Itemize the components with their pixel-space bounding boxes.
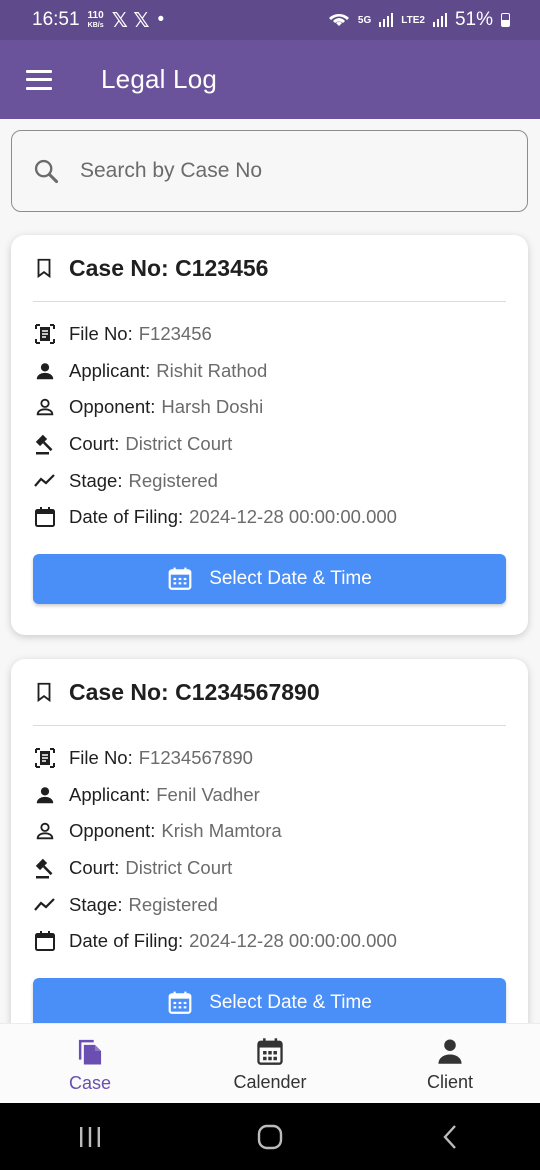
stage-label: Stage:	[69, 469, 123, 491]
applicant-label: Applicant:	[69, 783, 151, 805]
stage-row: Stage: Registered	[33, 886, 506, 923]
case-card-header: Case No: C1234567890	[33, 659, 506, 726]
stage-value: Registered	[128, 469, 218, 491]
stage-value: Registered	[128, 893, 218, 915]
case-number-title: Case No: C123456	[69, 254, 269, 281]
applicant-row: Applicant: Rishit Rathod	[33, 353, 506, 390]
person-filled-icon	[33, 783, 57, 807]
select-date-time-label: Select Date & Time	[209, 991, 372, 1013]
court-value: District Court	[125, 857, 233, 879]
calendar-icon	[33, 929, 57, 953]
trending-line-icon	[33, 469, 57, 493]
opponent-label: Opponent:	[69, 820, 156, 842]
file-no-row: File No: F123456	[33, 316, 506, 353]
file-document-icon	[33, 322, 57, 346]
status-time: 16:51	[32, 9, 80, 30]
court-label: Court:	[69, 433, 120, 455]
date-of-filing-row: Date of Filing: 2024-12-28 00:00:00.000	[33, 923, 506, 960]
search-box[interactable]	[11, 130, 528, 212]
recent-apps-icon[interactable]	[60, 1117, 120, 1157]
nav-label-case: Case	[68, 1072, 112, 1093]
date-of-filing-value: 2024-12-28 00:00:00.000	[189, 930, 397, 952]
file-no-label: File No:	[69, 747, 133, 769]
search-icon	[34, 159, 59, 184]
system-navigation-bar	[0, 1103, 540, 1170]
case-card-header: Case No: C123456	[33, 235, 506, 302]
person-outline-icon	[33, 819, 57, 843]
trending-line-icon	[33, 893, 57, 917]
select-date-time-button[interactable]: Select Date & Time	[33, 977, 506, 1028]
battery-percent: 51%	[454, 9, 493, 30]
file-no-value: F123456	[138, 323, 212, 345]
x-app-icons: 𝕏 𝕏	[111, 9, 150, 32]
signal-icon-2	[432, 13, 447, 27]
status-bar: 16:51 110 KB/s 𝕏 𝕏 • 5G LTE2 51%	[0, 0, 540, 40]
home-icon[interactable]	[240, 1117, 300, 1157]
file-no-value: F1234567890	[138, 747, 253, 769]
opponent-value: Krish Mamtora	[161, 820, 282, 842]
status-dot: •	[157, 9, 165, 30]
case-card[interactable]: Case No: C1234567890 File No: F123456789…	[11, 659, 528, 1079]
bottom-navigation: Case Calender Client	[0, 1023, 540, 1104]
gavel-icon	[33, 432, 57, 456]
person-icon	[438, 1038, 462, 1064]
calendar-icon	[257, 1037, 283, 1065]
nav-label-client: Client	[426, 1071, 474, 1092]
applicant-value: Fenil Vadher	[156, 783, 260, 805]
back-icon[interactable]	[420, 1117, 480, 1157]
file-no-label: File No:	[69, 323, 133, 345]
date-of-filing-label: Date of Filing:	[69, 506, 184, 528]
case-card[interactable]: Case No: C123456 File No: F123456 Applic…	[11, 235, 528, 635]
stage-row: Stage: Registered	[33, 462, 506, 499]
court-row: Court: District Court	[33, 850, 506, 887]
opponent-row: Opponent: Krish Mamtora	[33, 813, 506, 850]
file-document-icon	[33, 746, 57, 770]
gavel-icon	[33, 856, 57, 880]
nav-item-client[interactable]: Client	[360, 1024, 540, 1104]
battery-icon	[501, 13, 510, 27]
opponent-label: Opponent:	[69, 396, 156, 418]
applicant-row: Applicant: Fenil Vadher	[33, 777, 506, 814]
court-label: Court:	[69, 857, 120, 879]
court-value: District Court	[125, 433, 233, 455]
opponent-row: Opponent: Harsh Doshi	[33, 389, 506, 426]
calendar-icon	[33, 505, 57, 529]
date-of-filing-row: Date of Filing: 2024-12-28 00:00:00.000	[33, 499, 506, 536]
date-of-filing-value: 2024-12-28 00:00:00.000	[189, 506, 397, 528]
select-date-time-button[interactable]: Select Date & Time	[33, 553, 506, 604]
wifi-icon	[328, 13, 349, 26]
bookmark-icon	[37, 258, 51, 279]
calendar-grid-icon	[168, 991, 192, 1014]
nav-label-calender: Calender	[233, 1071, 307, 1092]
calendar-grid-icon	[168, 567, 192, 590]
applicant-label: Applicant:	[69, 359, 151, 381]
opponent-value: Harsh Doshi	[161, 396, 264, 418]
files-icon	[78, 1039, 102, 1065]
search-input[interactable]	[78, 158, 482, 184]
case-number-title: Case No: C1234567890	[69, 678, 320, 705]
nav-item-case[interactable]: Case	[0, 1024, 180, 1104]
select-date-time-label: Select Date & Time	[209, 567, 372, 589]
stage-label: Stage:	[69, 893, 123, 915]
app-bar: Legal Log	[0, 40, 540, 119]
app-title: Legal Log	[101, 64, 218, 94]
volte-lte-label: LTE2	[401, 14, 425, 26]
applicant-value: Rishit Rathod	[156, 359, 268, 381]
person-filled-icon	[33, 359, 57, 383]
volte-5g-label: 5G	[357, 14, 372, 26]
person-outline-icon	[33, 395, 57, 419]
signal-icon-1	[379, 13, 394, 27]
bookmark-icon	[37, 682, 51, 703]
file-no-row: File No: F1234567890	[33, 740, 506, 777]
hamburger-menu-icon[interactable]	[26, 69, 52, 90]
court-row: Court: District Court	[33, 426, 506, 463]
nav-item-calender[interactable]: Calender	[180, 1024, 360, 1104]
network-speed: 110 KB/s	[87, 9, 104, 29]
date-of-filing-label: Date of Filing:	[69, 930, 184, 952]
